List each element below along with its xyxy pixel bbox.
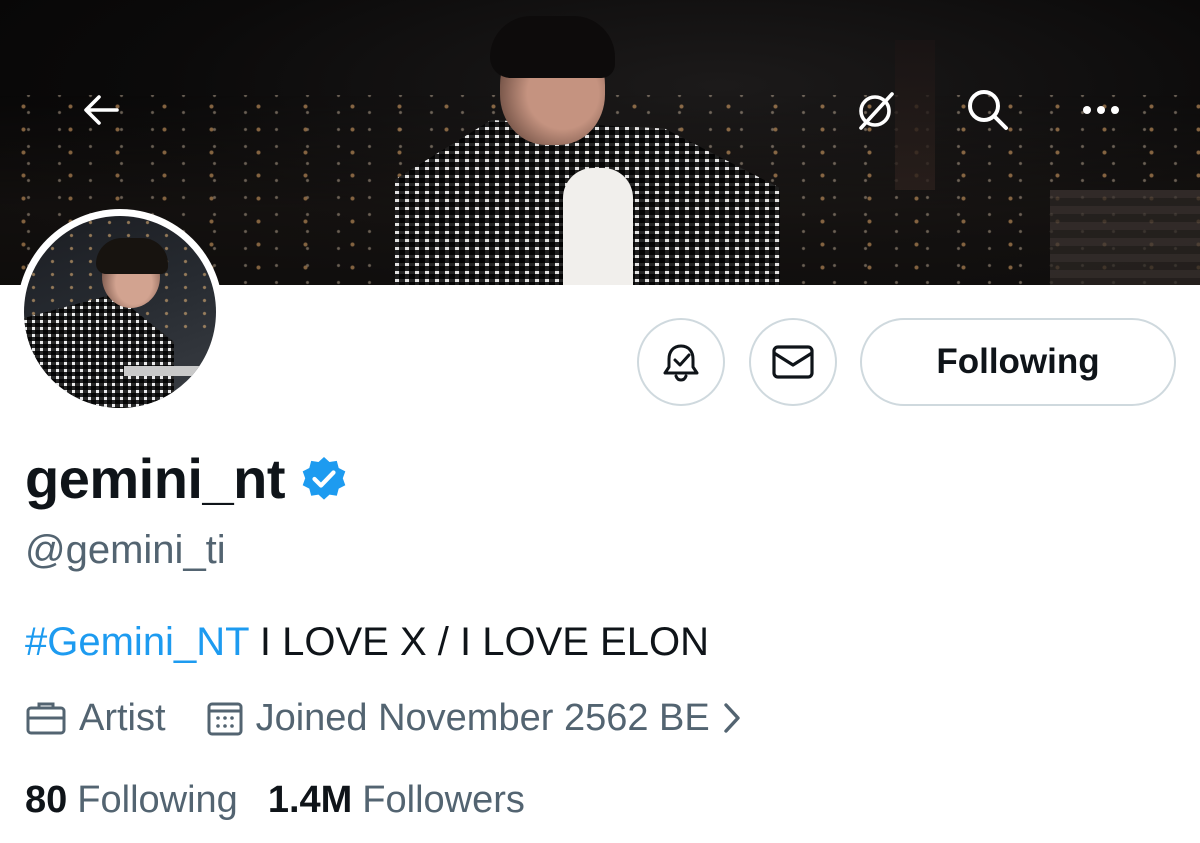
banner-person [385, 10, 785, 285]
briefcase-icon [26, 702, 66, 735]
followers-stat-link[interactable]: 1.4M Followers [268, 779, 525, 822]
bio-hashtag-link[interactable]: #Gemini_NT [25, 620, 249, 664]
message-button[interactable] [749, 318, 837, 406]
search-icon [968, 90, 1008, 130]
bell-check-icon [663, 344, 699, 382]
more-dots-icon [1083, 106, 1119, 114]
display-name: gemini_nt [25, 446, 285, 510]
joined-label: Joined November 2562 BE [255, 696, 710, 739]
following-button[interactable]: Following [860, 318, 1176, 406]
name-row: gemini_nt [25, 446, 349, 510]
avatar[interactable] [17, 209, 223, 415]
verified-badge-icon[interactable] [299, 455, 349, 505]
notifications-button[interactable] [637, 318, 725, 406]
bio: #Gemini_NT I LOVE X / I LOVE ELON [25, 620, 709, 665]
following-button-label: Following [936, 342, 1100, 381]
search-button[interactable] [958, 80, 1018, 140]
grok-button[interactable] [846, 80, 906, 140]
handle: @gemini_ti [25, 528, 226, 572]
avatar-image [24, 216, 216, 408]
profession-item: Artist [25, 697, 166, 740]
more-button[interactable] [1071, 80, 1131, 140]
follow-stats: 80 Following 1.4M Followers [25, 774, 525, 826]
joined-item[interactable]: Joined November 2562 BE [206, 697, 754, 740]
back-button[interactable] [71, 80, 131, 140]
profession-label: Artist [79, 696, 166, 739]
envelope-icon [772, 345, 814, 379]
banner-building [1050, 190, 1200, 285]
chevron-right-icon[interactable] [722, 701, 742, 735]
avatar-hair [96, 238, 168, 274]
followers-count: 1.4M [267, 778, 353, 821]
following-stat-label: Following [77, 778, 238, 821]
followers-stat-label: Followers [362, 778, 525, 821]
following-stat-link[interactable]: 80 Following [25, 779, 238, 822]
following-count: 80 [25, 778, 68, 821]
profile-meta: Artist Joined November 2562 BE [25, 692, 754, 744]
banner-shirt [563, 168, 633, 285]
arrow-left-icon [84, 95, 119, 125]
banner-hair [490, 16, 615, 78]
bio-text: I LOVE X / I LOVE ELON [248, 620, 709, 664]
grok-icon [859, 92, 894, 130]
calendar-icon [207, 702, 243, 736]
avatar-rail [124, 366, 216, 376]
